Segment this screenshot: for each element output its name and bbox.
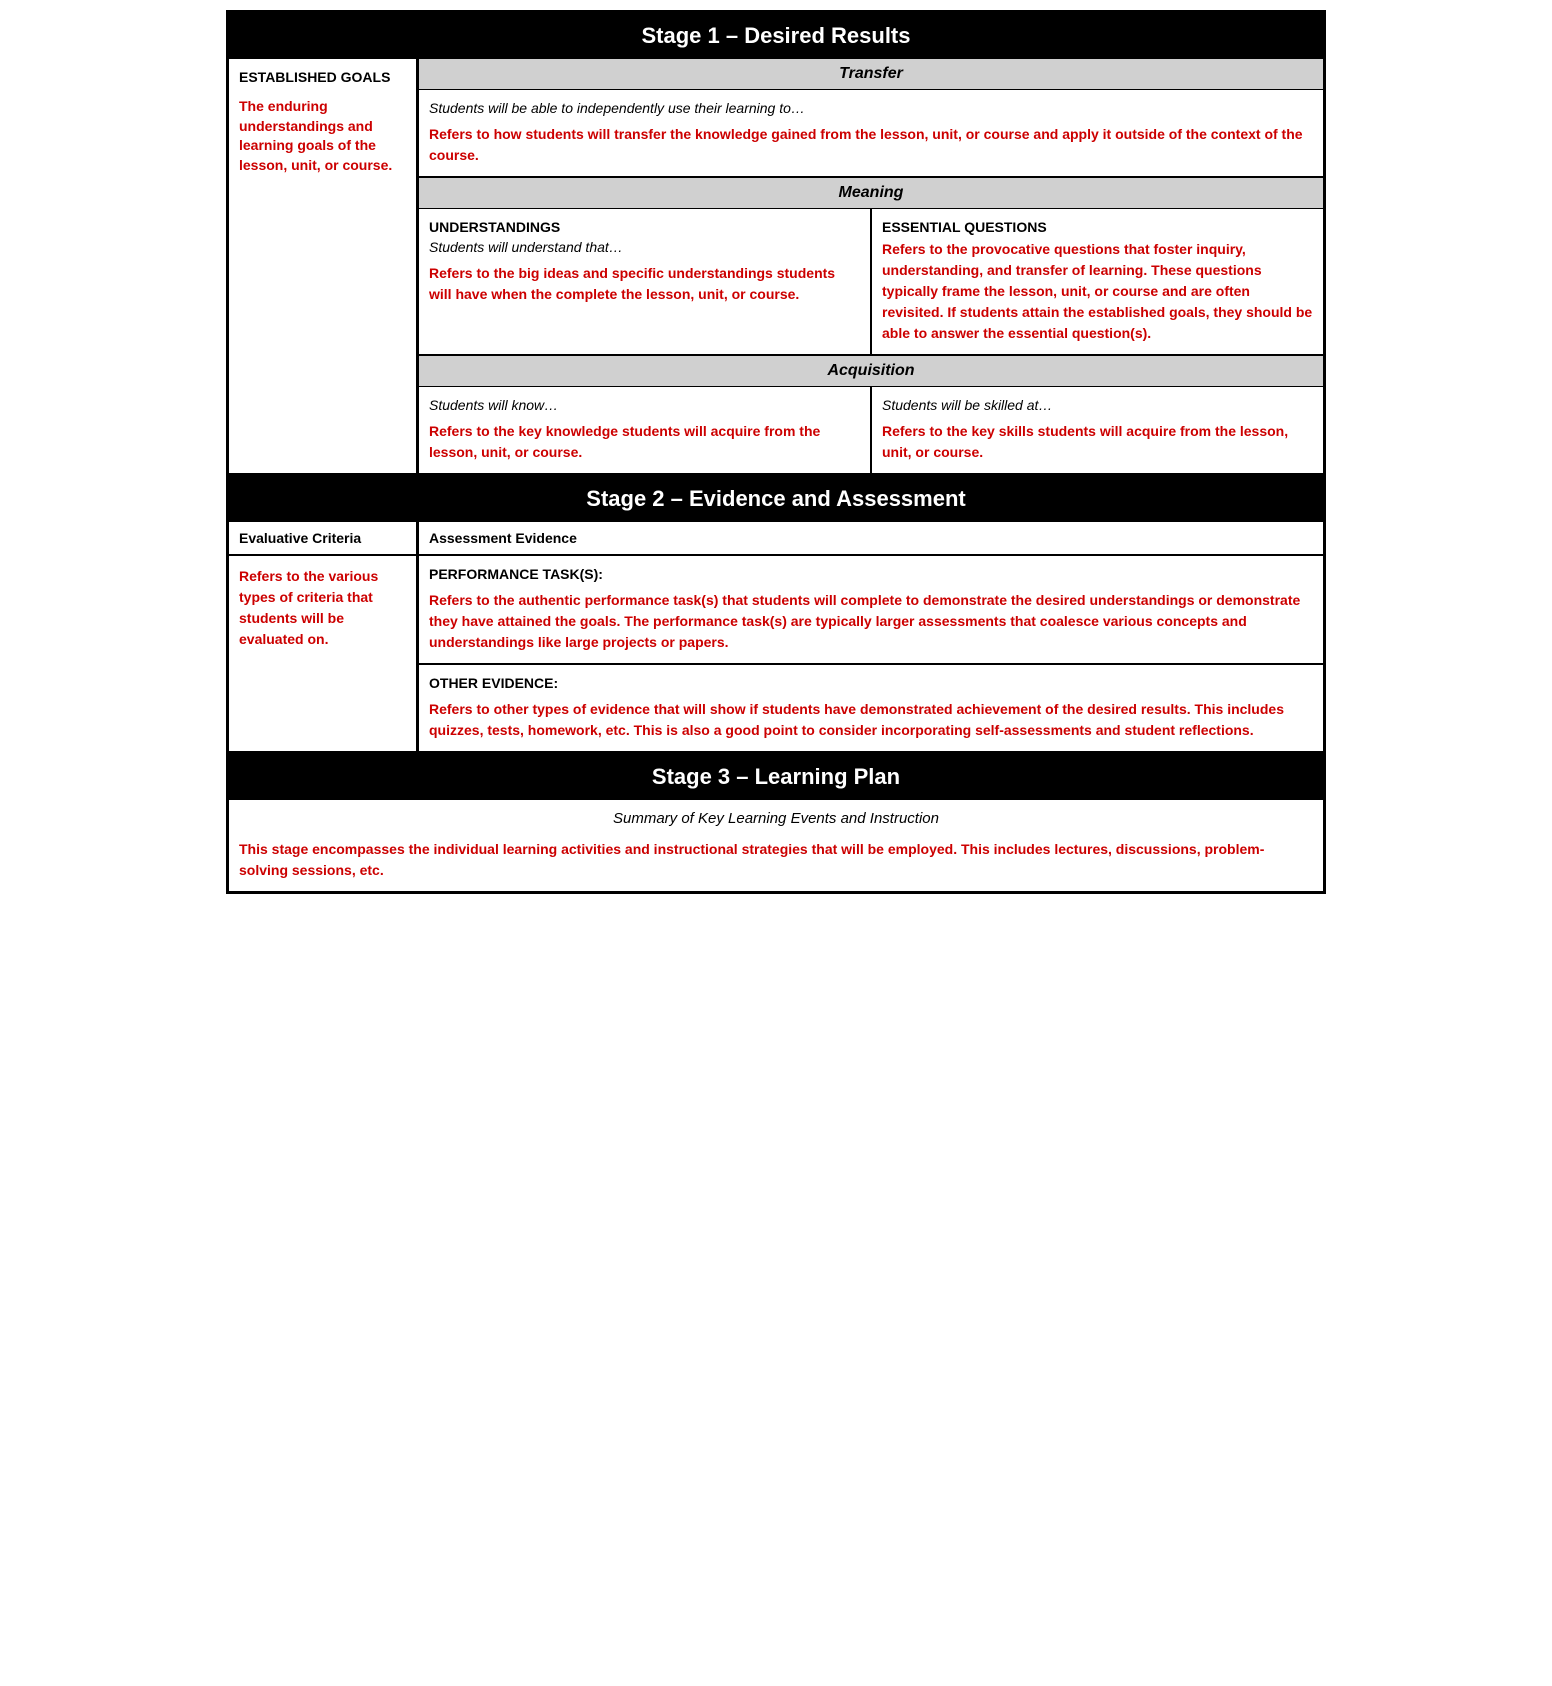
understandings-column: UNDERSTANDINGS Students will understand … xyxy=(419,209,872,354)
other-evidence-description: Refers to other types of evidence that w… xyxy=(429,699,1313,741)
essential-questions-label: ESSENTIAL QUESTIONS xyxy=(882,219,1313,235)
stage2-header: Stage 2 – Evidence and Assessment xyxy=(229,476,1323,522)
understandings-label: UNDERSTANDINGS xyxy=(429,219,860,235)
established-goals-label: ESTABLISHED GOALS xyxy=(239,69,406,85)
stage1-header: Stage 1 – Desired Results xyxy=(229,13,1323,59)
established-goals-column: ESTABLISHED GOALS The enduring understan… xyxy=(229,59,419,473)
evaluative-criteria-column: Refers to the various types of criteria … xyxy=(229,556,419,751)
essential-questions-description: Refers to the provocative questions that… xyxy=(882,239,1313,344)
evaluative-criteria-text: Refers to the various types of criteria … xyxy=(239,566,406,650)
stage1-body: ESTABLISHED GOALS The enduring understan… xyxy=(229,59,1323,476)
meaning-header: Meaning xyxy=(419,178,1323,209)
acquisition-body: Students will know… Refers to the key kn… xyxy=(419,387,1323,473)
transfer-body: Students will be able to independently u… xyxy=(419,90,1323,178)
stage2-body: Evaluative Criteria Assessment Evidence … xyxy=(229,522,1323,754)
assessment-evidence-column: PERFORMANCE TASK(S): Refers to the authe… xyxy=(419,556,1323,751)
stage3-description: This stage encompasses the individual le… xyxy=(239,839,1313,881)
stage3-header-text: Stage 3 – Learning Plan xyxy=(652,764,900,789)
stage3-subtitle: Summary of Key Learning Events and Instr… xyxy=(239,810,1313,827)
transfer-subtitle: Students will be able to independently u… xyxy=(429,100,1313,116)
stage1-right-panel: Transfer Students will be able to indepe… xyxy=(419,59,1323,473)
performance-task-label: PERFORMANCE TASK(S): xyxy=(429,566,1313,582)
stage2-subheader: Evaluative Criteria Assessment Evidence xyxy=(229,522,1323,556)
performance-task-section: PERFORMANCE TASK(S): Refers to the authe… xyxy=(419,556,1323,665)
main-container: Stage 1 – Desired Results ESTABLISHED GO… xyxy=(226,10,1326,894)
know-description: Refers to the key knowledge students wil… xyxy=(429,421,860,463)
stage3-body: Summary of Key Learning Events and Instr… xyxy=(229,800,1323,891)
meaning-header-text: Meaning xyxy=(839,184,904,201)
essential-questions-column: ESSENTIAL QUESTIONS Refers to the provoc… xyxy=(872,209,1323,354)
skilled-subtitle: Students will be skilled at… xyxy=(882,397,1313,413)
evaluative-criteria-column-header: Evaluative Criteria xyxy=(229,522,419,554)
skilled-description: Refers to the key skills students will a… xyxy=(882,421,1313,463)
other-evidence-label: OTHER EVIDENCE: xyxy=(429,675,1313,691)
transfer-description: Refers to how students will transfer the… xyxy=(429,124,1313,166)
know-column: Students will know… Refers to the key kn… xyxy=(419,387,872,473)
performance-task-description: Refers to the authentic performance task… xyxy=(429,590,1313,653)
transfer-header: Transfer xyxy=(419,59,1323,90)
acquisition-header: Acquisition xyxy=(419,356,1323,387)
stage3-header: Stage 3 – Learning Plan xyxy=(229,754,1323,800)
understandings-description: Refers to the big ideas and specific und… xyxy=(429,263,860,305)
understandings-subtitle: Students will understand that… xyxy=(429,239,860,255)
transfer-header-text: Transfer xyxy=(839,65,903,82)
stage1-header-text: Stage 1 – Desired Results xyxy=(641,23,910,48)
other-evidence-section: OTHER EVIDENCE: Refers to other types of… xyxy=(419,665,1323,751)
assessment-evidence-column-header: Assessment Evidence xyxy=(419,522,1323,554)
know-subtitle: Students will know… xyxy=(429,397,860,413)
stage2-content: Refers to the various types of criteria … xyxy=(229,556,1323,751)
skilled-column: Students will be skilled at… Refers to t… xyxy=(872,387,1323,473)
stage2-header-text: Stage 2 – Evidence and Assessment xyxy=(586,486,965,511)
meaning-body: UNDERSTANDINGS Students will understand … xyxy=(419,209,1323,356)
acquisition-header-text: Acquisition xyxy=(827,362,914,379)
established-goals-text: The enduring understandings and learning… xyxy=(239,97,406,175)
